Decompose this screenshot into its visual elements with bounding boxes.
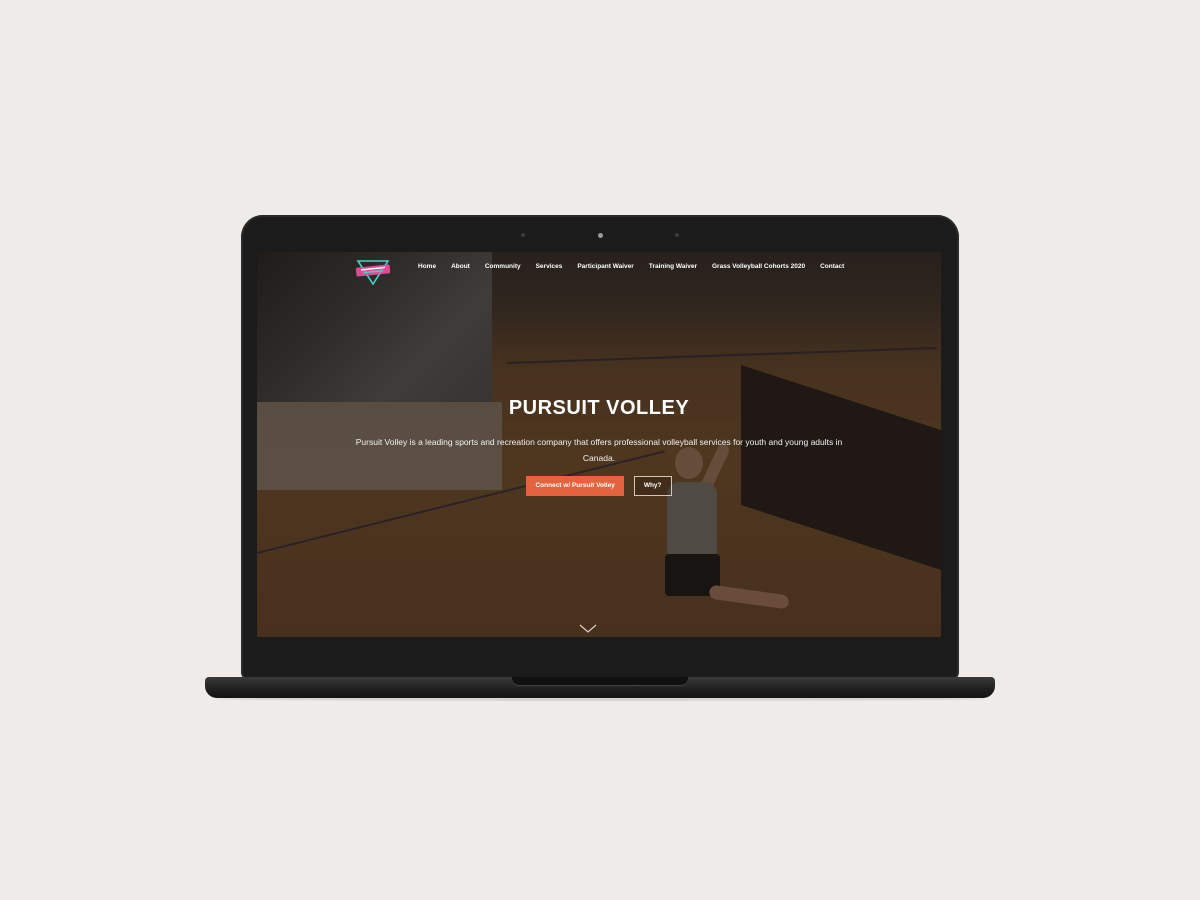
nav-item-home[interactable]: Home bbox=[418, 263, 436, 270]
hero-subtitle: Pursuit Volley is a leading sports and r… bbox=[355, 437, 843, 463]
main-menu: Home About Community Services Participan… bbox=[418, 263, 844, 270]
nav-item-participant-waiver[interactable]: Participant Waiver bbox=[577, 263, 633, 270]
mockup-stage: Home About Community Services Participan… bbox=[0, 0, 1200, 900]
browser-viewport: Home About Community Services Participan… bbox=[257, 252, 941, 637]
sensor-dot bbox=[521, 233, 525, 237]
sensor-dot bbox=[675, 233, 679, 237]
laptop-notch bbox=[512, 677, 688, 686]
laptop-base bbox=[205, 677, 995, 698]
chevron-down-icon[interactable] bbox=[579, 624, 597, 634]
nav-item-about[interactable]: About bbox=[451, 263, 470, 270]
nav-item-contact[interactable]: Contact bbox=[820, 263, 844, 270]
nav-item-services[interactable]: Services bbox=[536, 263, 563, 270]
nav-item-community[interactable]: Community bbox=[485, 263, 521, 270]
nav-item-grass-volleyball-cohorts[interactable]: Grass Volleyball Cohorts 2020 bbox=[712, 263, 805, 270]
why-button[interactable]: Why? bbox=[633, 476, 672, 496]
site-header: Home About Community Services Participan… bbox=[257, 252, 941, 285]
hero-title: PURSUIT VOLLEY bbox=[508, 397, 690, 419]
nav-item-training-waiver[interactable]: Training Waiver bbox=[649, 263, 697, 270]
connect-button[interactable]: Connect w/ Pursuit Volley bbox=[526, 476, 624, 496]
hero-buttons: Connect w/ Pursuit Volley Why? bbox=[257, 476, 941, 496]
webcam-icon bbox=[598, 233, 603, 238]
pursuit-volley-logo[interactable] bbox=[354, 257, 392, 285]
